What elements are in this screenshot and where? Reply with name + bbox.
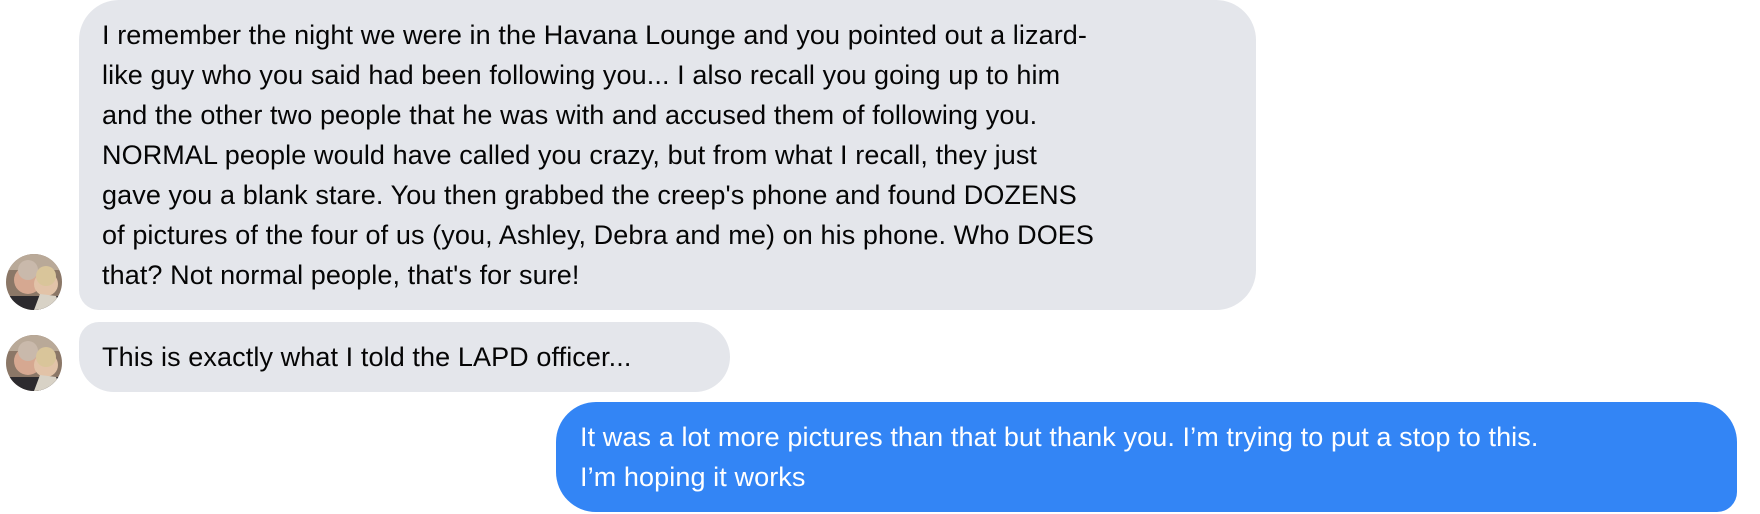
avatar-photo (6, 335, 62, 391)
message-text-line: NORMAL people would have called you craz… (102, 140, 1038, 170)
message-text-line: like guy who you said had been following… (102, 60, 1061, 90)
message-text-line: This is exactly what I told the LAPD off… (102, 342, 632, 372)
message-bubble-incoming[interactable]: I remember the night we were in the Hava… (79, 0, 1256, 310)
avatar-photo (6, 254, 62, 310)
message-text-line: of pictures of the four of us (you, Ashl… (102, 220, 1095, 250)
message-text-line: that? Not normal people, that's for sure… (102, 260, 580, 290)
message-text-line: It was a lot more pictures than that but… (580, 422, 1539, 452)
message-bubble-incoming[interactable]: This is exactly what I told the LAPD off… (79, 322, 730, 392)
message-bubble-outgoing[interactable]: It was a lot more pictures than that but… (556, 402, 1737, 512)
message-text-line: I remember the night we were in the Hava… (102, 20, 1088, 50)
sender-avatar[interactable] (6, 254, 62, 310)
message-text-line: and the other two people that he was wit… (102, 100, 1038, 130)
sender-avatar[interactable] (6, 335, 62, 391)
message-text-line: gave you a blank stare. You then grabbed… (102, 180, 1077, 210)
message-text-line: I’m hoping it works (580, 462, 806, 492)
